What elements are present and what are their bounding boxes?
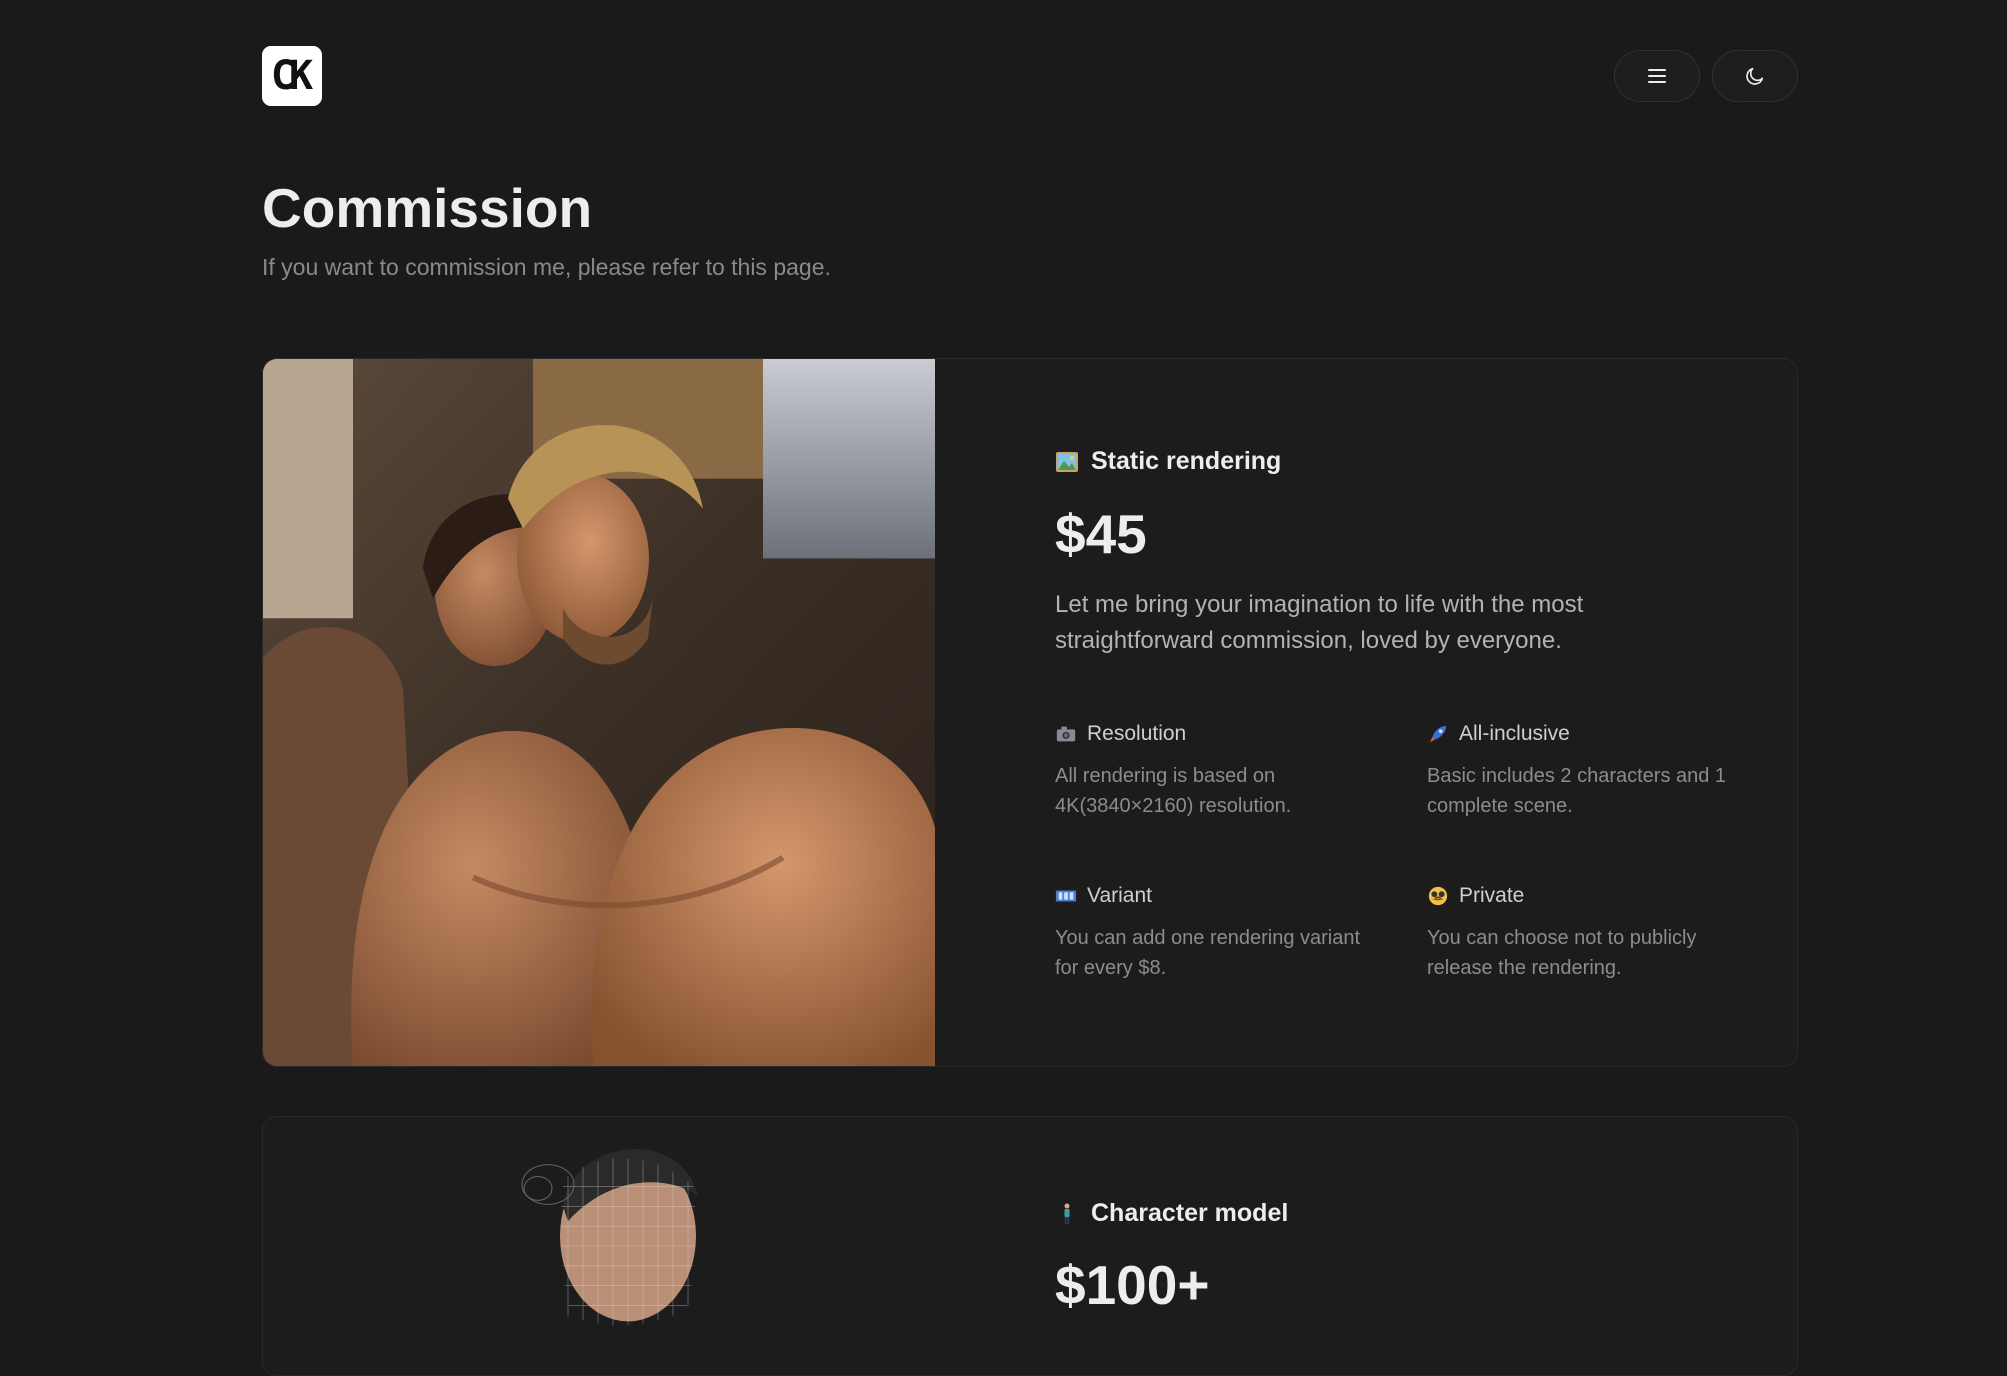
card-title: Character model — [1055, 1199, 1288, 1228]
menu-icon — [1648, 69, 1666, 83]
feature-resolution: Resolution All rendering is based on 4K(… — [1055, 719, 1385, 821]
commission-card-static-rendering: Static rendering $45 Let me bring your i… — [262, 358, 1798, 1067]
feature-head: All-inclusive — [1427, 719, 1757, 749]
commission-card-character-model: Character model $100+ — [262, 1116, 1798, 1376]
camera-icon — [1056, 726, 1076, 742]
feature-text: Basic includes 2 characters and 1 comple… — [1427, 765, 1727, 817]
feature-title: Variant — [1087, 884, 1152, 907]
rocket-icon — [1429, 725, 1447, 743]
page-container: CK Commission If you want to commission … — [262, 0, 1798, 1376]
feature-title: Resolution — [1087, 722, 1187, 745]
card-title-text: Character model — [1091, 1199, 1289, 1227]
feature-head: Resolution — [1055, 719, 1385, 749]
price: $45 — [1055, 503, 1147, 565]
card-title-text: Static rendering — [1091, 447, 1282, 475]
person-standing-icon — [1064, 1203, 1070, 1224]
feature-head: Private — [1427, 881, 1757, 911]
theme-toggle-button[interactable] — [1712, 50, 1798, 102]
feature-text: You can add one rendering variant for ev… — [1055, 927, 1361, 979]
character-model-preview-image — [263, 1117, 935, 1375]
site-logo[interactable]: CK — [262, 46, 322, 106]
feature-text: You can choose not to publicly release t… — [1427, 927, 1697, 979]
feature-all-inclusive: All-inclusive Basic includes 2 character… — [1427, 719, 1757, 821]
feature-private: Private You can choose not to publicly r… — [1427, 881, 1757, 983]
site-header: CK — [262, 0, 1798, 151]
film-frames-icon — [1055, 890, 1077, 902]
feature-variant: Variant You can add one rendering varian… — [1055, 881, 1385, 983]
feature-text: All rendering is based on 4K(3840×2160) … — [1055, 765, 1292, 817]
disguised-face-icon — [1428, 886, 1448, 906]
feature-title: Private — [1459, 884, 1525, 907]
menu-button[interactable] — [1614, 50, 1700, 102]
feature-title: All-inclusive — [1459, 722, 1570, 745]
moon-icon — [1746, 67, 1764, 85]
framed-picture-icon — [1056, 451, 1078, 472]
card-title: Static rendering — [1055, 447, 1281, 476]
feature-head: Variant — [1055, 881, 1385, 911]
card-description: Let me bring your imagination to life wi… — [1055, 591, 1584, 654]
page-subtitle: If you want to commission me, please ref… — [262, 254, 831, 280]
page-title: Commission — [262, 177, 593, 239]
price: $100+ — [1055, 1254, 1210, 1316]
static-rendering-preview-image — [263, 359, 935, 1066]
